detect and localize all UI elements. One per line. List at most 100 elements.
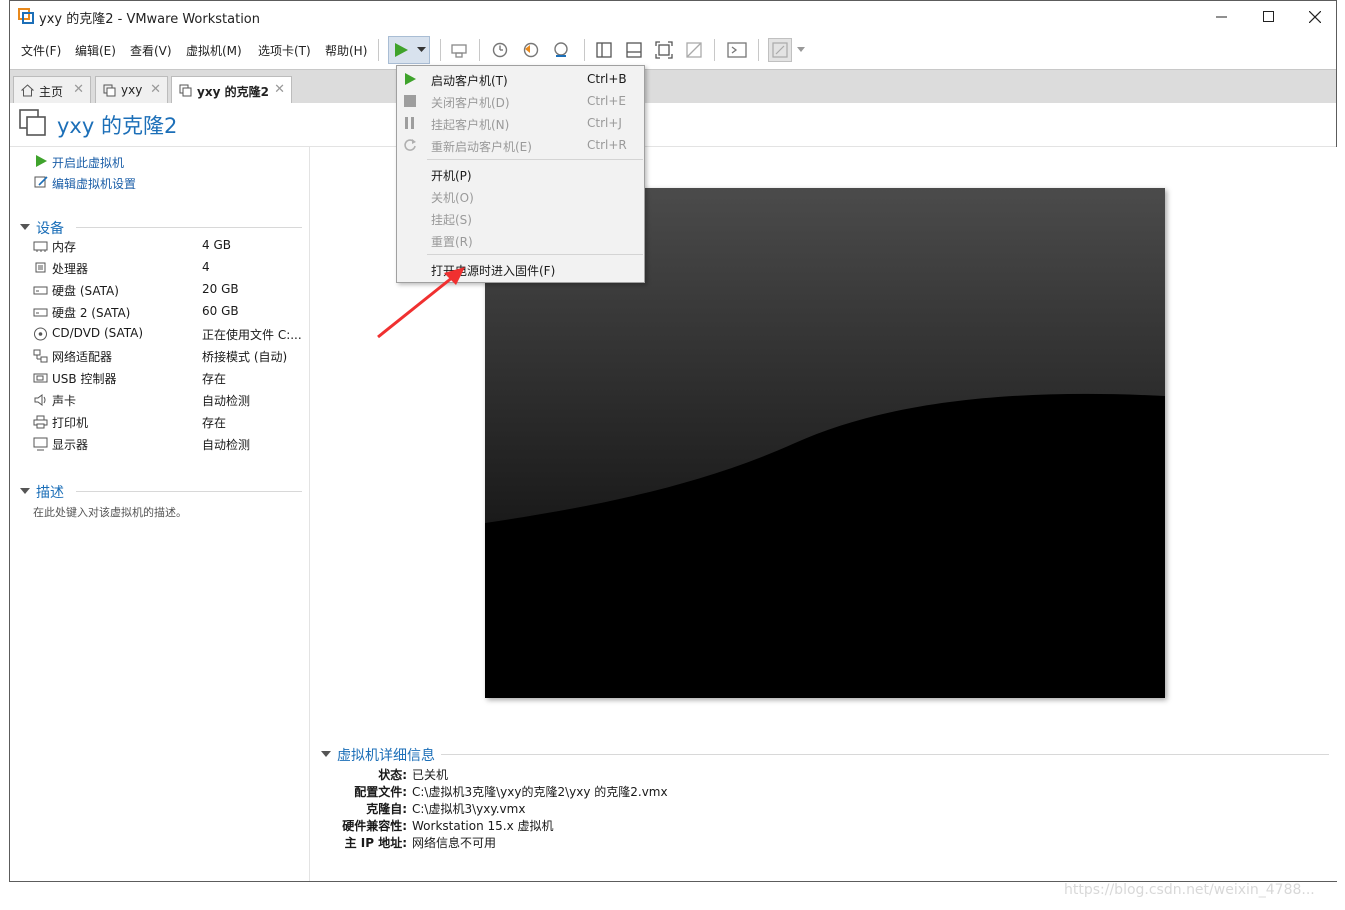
pause-icon: [405, 117, 414, 129]
minimize-icon: [1215, 16, 1227, 18]
tab-strip: 主页 ✕ yxy ✕ yxy 的克隆2 ✕: [10, 69, 1336, 105]
description-heading: 描述: [36, 485, 64, 501]
stretch-guest-button[interactable]: [768, 38, 792, 62]
snapshot-button[interactable]: [488, 38, 512, 62]
console-view-button[interactable]: [725, 38, 749, 62]
menu-edit[interactable]: 编辑(E): [75, 42, 116, 59]
device-row[interactable]: CD/DVD (SATA) 正在使用文件 C:...: [33, 325, 303, 345]
divider: [76, 227, 302, 228]
device-name: 处理器: [52, 262, 89, 276]
toolbar-separator: [440, 39, 441, 61]
power-menu-label: 重新启动客户机(E): [431, 140, 532, 154]
home-icon: [21, 84, 34, 97]
device-value: 存在: [202, 372, 227, 386]
maximize-button[interactable]: [1245, 1, 1291, 32]
device-name: USB 控制器: [52, 372, 117, 386]
snapshot-icon: [492, 42, 508, 58]
unity-button[interactable]: [682, 38, 706, 62]
device-value: 桥接模式 (自动): [202, 350, 288, 364]
power-menu-item[interactable]: 开机(P): [397, 163, 644, 185]
vm-detail-row: 主 IP 地址: 网络信息不可用: [311, 834, 496, 851]
network-icon: [33, 349, 48, 363]
snapshot-manager-button[interactable]: [549, 38, 573, 62]
revert-snapshot-icon: [523, 42, 539, 58]
toolbar-separator: [378, 39, 379, 61]
disk-icon: [33, 308, 48, 317]
device-row[interactable]: 打印机 存在: [33, 413, 303, 433]
monitor-icon: [33, 437, 48, 451]
thumbnail-bar-button[interactable]: [622, 38, 646, 62]
toolbar-separator: [479, 39, 480, 61]
toolbar-separator: [714, 39, 715, 61]
power-menu-label: 关机(O): [431, 191, 474, 205]
play-icon: [405, 73, 416, 85]
toolbar-separator: [758, 39, 759, 61]
vm-detail-key: 克隆自:: [366, 802, 407, 816]
collapse-triangle-icon: [20, 224, 30, 230]
vm-detail-key: 硬件兼容性:: [342, 819, 407, 833]
unity-icon: [686, 42, 702, 58]
tab-label: yxy: [121, 83, 143, 97]
stretch-dropdown-icon[interactable]: [797, 47, 805, 53]
vm-detail-row: 硬件兼容性: Workstation 15.x 虚拟机: [311, 817, 553, 834]
stretch-icon: [772, 42, 788, 58]
power-menu-shortcut: Ctrl+J: [587, 116, 622, 130]
revert-snapshot-button[interactable]: [519, 38, 543, 62]
full-screen-button[interactable]: [652, 38, 676, 62]
power-menu-item: 关闭客户机(D) Ctrl+E: [397, 90, 644, 112]
power-menu-item: 重置(R): [397, 229, 644, 251]
device-value: 4: [202, 260, 210, 274]
menu-view[interactable]: 查看(V): [130, 42, 172, 59]
power-on-vm-label: 开启此虚拟机: [52, 156, 125, 170]
vmware-window: yxy 的克隆2 - VMware Workstation 文件(F) 编辑(E…: [9, 0, 1337, 882]
disk-icon: [33, 286, 48, 295]
device-value: 正在使用文件 C:...: [202, 328, 302, 342]
tab-home[interactable]: 主页 ✕: [13, 76, 91, 104]
menu-vm[interactable]: 虚拟机(M): [186, 42, 242, 59]
background-right: [1337, 0, 1345, 910]
device-name: CD/DVD (SATA): [52, 326, 144, 340]
power-menu-item[interactable]: 启动客户机(T) Ctrl+B: [397, 68, 644, 90]
description-field[interactable]: 在此处键入对该虚拟机的描述。: [33, 504, 187, 520]
power-menu-label: 关闭客户机(D): [431, 96, 510, 110]
power-menu-shortcut: Ctrl+B: [587, 72, 627, 86]
power-button-group[interactable]: [388, 36, 430, 64]
vm-large-icon: [19, 109, 46, 136]
vm-summary-panel: 开启此虚拟机 编辑虚拟机设置 设备 内存 4 GB 处理器 4 硬盘 (SATA) 20 …: [10, 147, 310, 881]
device-name: 打印机: [52, 416, 89, 430]
send-ctrl-alt-del-button[interactable]: [447, 38, 471, 62]
tab-yxy[interactable]: yxy ✕: [95, 76, 168, 104]
menu-help[interactable]: 帮助(H): [325, 42, 367, 59]
vm-detail-value: Workstation 15.x 虚拟机: [412, 819, 554, 833]
menu-tabs[interactable]: 选项卡(T): [258, 42, 311, 59]
tab-close-button[interactable]: ✕: [150, 82, 161, 97]
minimize-button[interactable]: [1198, 1, 1244, 32]
menu-separator: [427, 159, 643, 160]
device-name: 硬盘 (SATA): [52, 284, 119, 298]
tab-close-button[interactable]: ✕: [73, 82, 84, 97]
power-menu-item[interactable]: 打开电源时进入固件(F): [397, 258, 644, 280]
vm-detail-row: 状态: 已关机: [311, 766, 448, 783]
device-row[interactable]: 硬盘 (SATA) 20 GB: [33, 281, 303, 301]
device-row[interactable]: 声卡 自动检测: [33, 391, 303, 411]
close-icon: [1309, 10, 1321, 23]
show-library-button[interactable]: [592, 38, 616, 62]
device-row[interactable]: 内存 4 GB: [33, 237, 303, 257]
device-row[interactable]: USB 控制器 存在: [33, 369, 303, 389]
console-icon: [727, 42, 747, 58]
device-row[interactable]: 硬盘 2 (SATA) 60 GB: [33, 303, 303, 323]
tab-close-button[interactable]: ✕: [274, 82, 285, 97]
vm-detail-value: 网络信息不可用: [412, 836, 497, 850]
menu-file[interactable]: 文件(F): [21, 42, 61, 59]
device-row[interactable]: 显示器 自动检测: [33, 435, 303, 455]
maximize-icon: [1262, 11, 1274, 22]
tab-yxy-clone2[interactable]: yxy 的克隆2 ✕: [171, 76, 292, 105]
background-left: [0, 0, 9, 910]
title-bar: yxy 的克隆2 - VMware Workstation: [10, 1, 1336, 32]
collapse-triangle-icon: [321, 751, 331, 757]
sound-icon: [34, 394, 46, 406]
printer-icon: [33, 415, 48, 429]
close-button[interactable]: [1292, 1, 1338, 32]
device-row[interactable]: 网络适配器 桥接模式 (自动): [33, 347, 303, 367]
device-row[interactable]: 处理器 4: [33, 259, 303, 279]
